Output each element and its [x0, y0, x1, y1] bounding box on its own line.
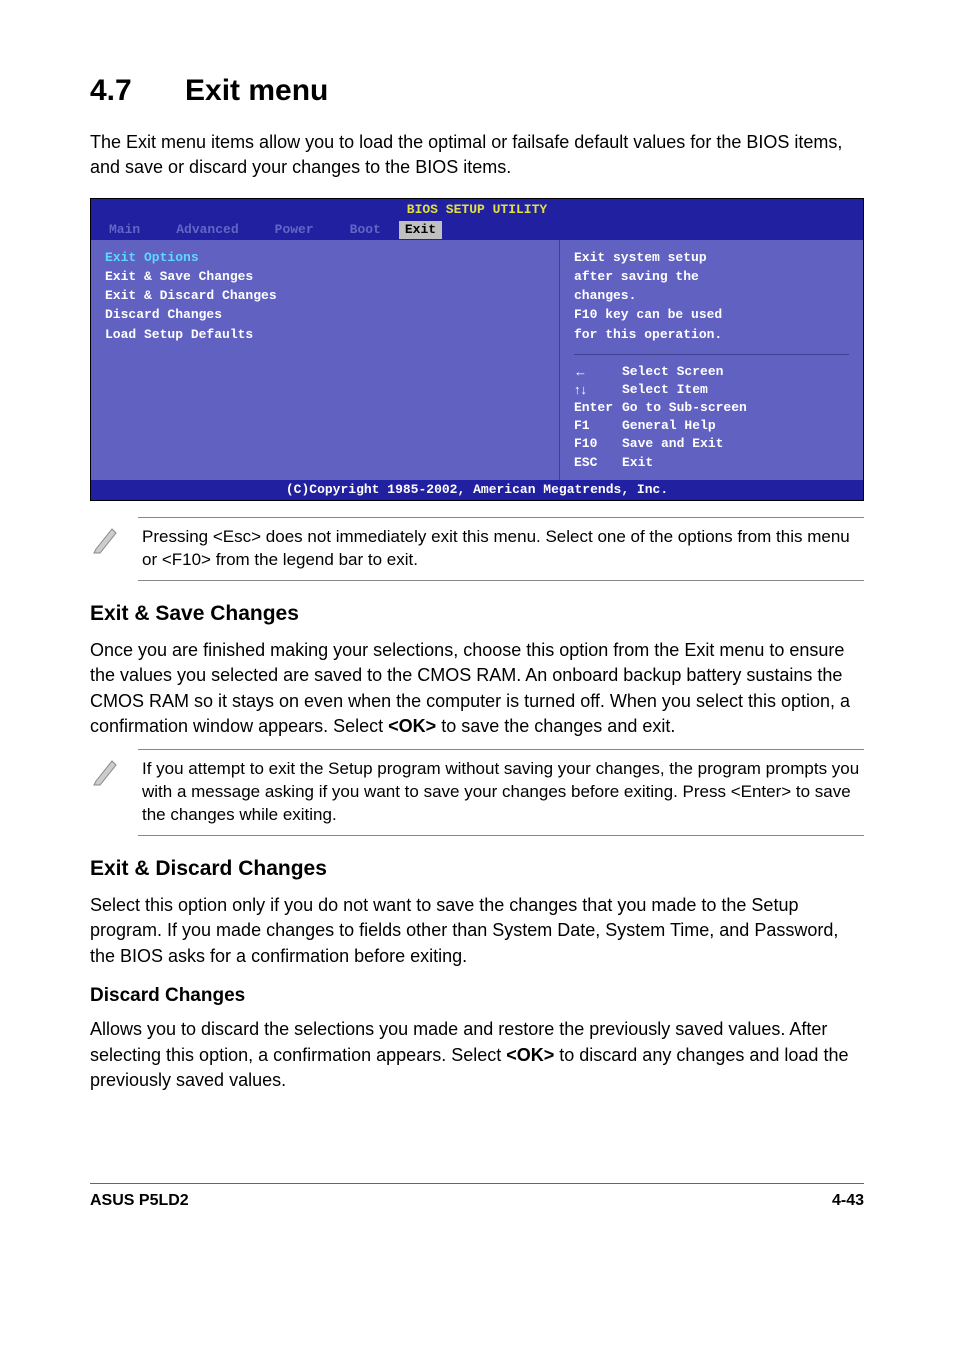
bios-left-panel: Exit Options Exit & Save Changes Exit & …: [91, 240, 560, 480]
bios-title: BIOS SETUP UTILITY: [91, 199, 863, 219]
page-footer: ASUS P5LD2 4-43: [90, 1183, 864, 1212]
pencil-icon: [90, 749, 138, 794]
bios-help-line: F10 key can be used: [574, 306, 849, 324]
bios-tabbar: Main Advanced Power Boot Exit: [91, 220, 863, 240]
section-paragraph: Allows you to discard the selections you…: [90, 1017, 864, 1093]
bios-help-line: after saving the: [574, 268, 849, 286]
bios-tab-main: Main: [91, 221, 158, 239]
heading-title: Exit menu: [185, 74, 328, 107]
intro-paragraph: The Exit menu items allow you to load th…: [90, 130, 864, 180]
bios-help-line: changes.: [574, 287, 849, 305]
bios-menu-item: Exit & Discard Changes: [105, 287, 545, 305]
heading-number: 4.7: [90, 70, 185, 112]
bios-menu-item: Load Setup Defaults: [105, 326, 545, 344]
bios-menu-item: Discard Changes: [105, 306, 545, 324]
footer-left: ASUS P5LD2: [90, 1190, 189, 1212]
pencil-icon: [90, 517, 138, 562]
section-paragraph: Select this option only if you do not wa…: [90, 893, 864, 969]
bios-key-hint: F1General Help: [574, 417, 849, 435]
bios-screenshot: BIOS SETUP UTILITY Main Advanced Power B…: [90, 198, 864, 501]
bios-menu-item: Exit & Save Changes: [105, 268, 545, 286]
section-paragraph: Once you are finished making your select…: [90, 638, 864, 739]
page-heading: 4.7Exit menu: [90, 70, 864, 112]
bios-tab-exit: Exit: [399, 221, 442, 239]
ok-keyword: <OK>: [388, 716, 436, 736]
bios-key-hint: F10Save and Exit: [574, 435, 849, 453]
bios-key-hint: EnterGo to Sub-screen: [574, 399, 849, 417]
section-heading: Exit & Discard Changes: [90, 854, 864, 883]
section-heading: Discard Changes: [90, 983, 864, 1010]
bios-help-line: Exit system setup: [574, 249, 849, 267]
bios-tab-boot: Boot: [332, 221, 399, 239]
bios-tab-power: Power: [257, 221, 332, 239]
footer-right: 4-43: [832, 1190, 864, 1212]
bios-help-line: for this operation.: [574, 326, 849, 344]
arrow-left-icon: ←: [574, 363, 622, 381]
bios-key-hint: ESCExit: [574, 454, 849, 472]
bios-key-hint: ←Select Screen: [574, 363, 849, 381]
note-block: Pressing <Esc> does not immediately exit…: [90, 517, 864, 581]
bios-right-panel: Exit system setup after saving the chang…: [560, 240, 863, 480]
ok-keyword: <OK>: [506, 1045, 554, 1065]
bios-copyright: (C)Copyright 1985-2002, American Megatre…: [91, 480, 863, 500]
bios-tab-advanced: Advanced: [158, 221, 256, 239]
arrow-updown-icon: ↑↓: [574, 381, 622, 399]
bios-left-title: Exit Options: [105, 249, 545, 267]
note-text: Pressing <Esc> does not immediately exit…: [138, 517, 864, 581]
note-block: If you attempt to exit the Setup program…: [90, 749, 864, 836]
section-heading: Exit & Save Changes: [90, 599, 864, 628]
bios-key-hint: ↑↓Select Item: [574, 381, 849, 399]
note-text: If you attempt to exit the Setup program…: [138, 749, 864, 836]
